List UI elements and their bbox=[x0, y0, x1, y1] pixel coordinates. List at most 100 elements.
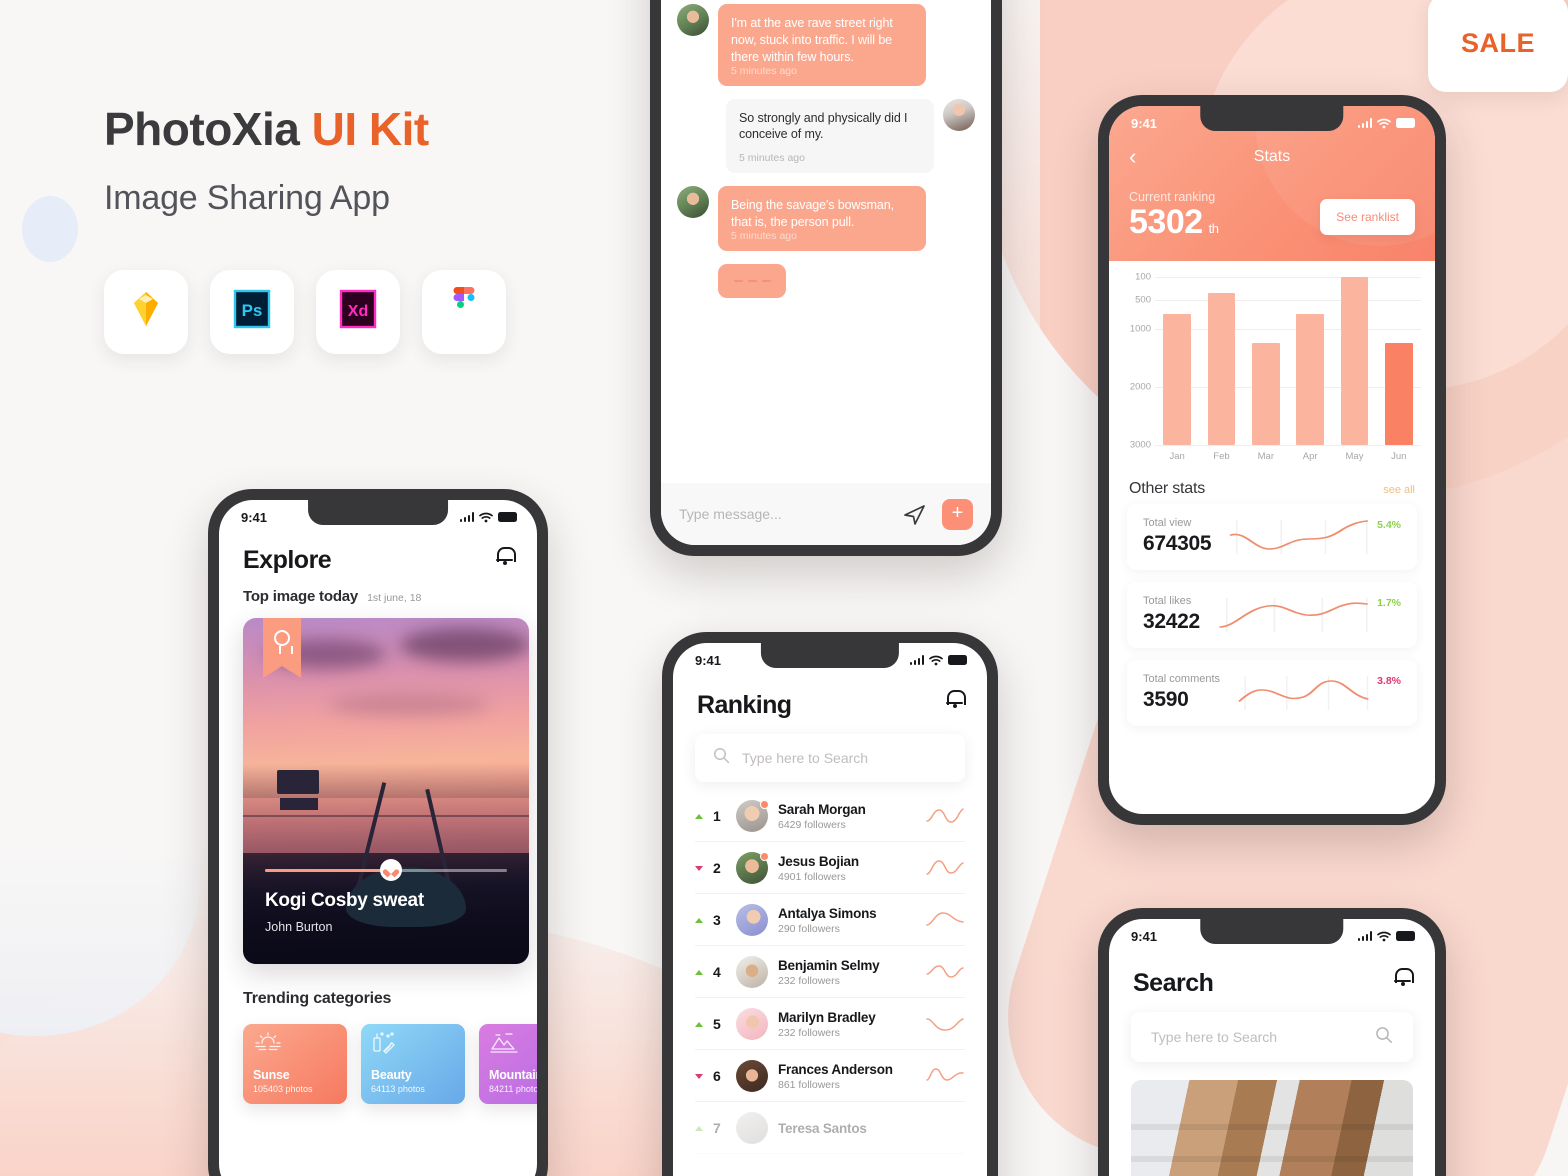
stat-card[interactable]: Total comments 3590 3.8% bbox=[1127, 659, 1417, 726]
photoshop-icon: Ps bbox=[233, 289, 271, 334]
chart-x-tick: Jun bbox=[1391, 450, 1407, 462]
ranking-row[interactable]: 4 Benjamin Selmy 232 followers bbox=[695, 946, 965, 998]
chart-x-tick: Mar bbox=[1257, 450, 1274, 462]
stats-screen: 9:41 ‹ Stats Current ranking 5302 th See … bbox=[1109, 106, 1435, 814]
chat-input-bar[interactable]: Type message... + bbox=[661, 483, 991, 545]
category-card-mountain[interactable]: Mountain 84211 photos bbox=[479, 1024, 537, 1104]
user-name: Marilyn Bradley bbox=[778, 1009, 876, 1025]
stats-nav: ‹ Stats bbox=[1109, 140, 1435, 168]
chart-y-tick: 500 bbox=[1135, 294, 1151, 306]
ranking-suffix: th bbox=[1208, 221, 1219, 236]
search-input[interactable]: Type here to Search bbox=[1131, 1012, 1413, 1062]
ranking-row[interactable]: 6 Frances Anderson 861 followers bbox=[695, 1050, 965, 1102]
see-ranklist-button[interactable]: See ranklist bbox=[1320, 198, 1415, 235]
ranking-screen: 9:41 Ranking Type here to Search 1 Sarah… bbox=[673, 643, 987, 1176]
photoshop-badge[interactable]: Ps bbox=[210, 269, 294, 354]
stat-card-list: Total view 674305 5.4% Total likes 32422… bbox=[1109, 503, 1435, 726]
ranking-row-partial[interactable]: 7 Teresa Santos bbox=[695, 1102, 965, 1154]
figma-badge[interactable] bbox=[422, 269, 506, 354]
ranking-row[interactable]: 2 Jesus Bojian 4901 followers bbox=[695, 842, 965, 894]
sketch-badge[interactable] bbox=[104, 269, 188, 354]
image-title: Kogi Cosby sweat bbox=[265, 890, 424, 911]
user-name: Antalya Simons bbox=[778, 905, 877, 921]
stat-card[interactable]: Total likes 32422 1.7% bbox=[1127, 581, 1417, 648]
trend-up-icon bbox=[695, 813, 703, 819]
chat-message-list[interactable]: So strongly and metaphy. 5 minutes ago I… bbox=[661, 0, 991, 411]
bell-icon[interactable] bbox=[1394, 967, 1414, 986]
see-all-link[interactable]: see all bbox=[1383, 484, 1415, 496]
user-followers: 861 followers bbox=[778, 1078, 840, 1091]
status-time: 9:41 bbox=[695, 652, 722, 668]
ranking-row[interactable]: 1 Sarah Morgan 6429 followers bbox=[695, 790, 965, 842]
attach-button[interactable]: + bbox=[942, 498, 973, 530]
top-image-card[interactable]: Kogi Cosby sweat John Burton bbox=[243, 618, 529, 964]
category-name: Sunse bbox=[253, 1067, 290, 1082]
category-count: 84211 photos bbox=[489, 1083, 537, 1094]
category-card-sunset[interactable]: Sunse 105403 photos bbox=[243, 1024, 347, 1104]
search-result-photo[interactable] bbox=[1131, 1080, 1413, 1176]
avatar bbox=[677, 186, 709, 219]
user-followers: 4901 followers bbox=[778, 870, 846, 883]
sale-label: SALE bbox=[1460, 27, 1535, 58]
chart-x-tick: Jan bbox=[1169, 450, 1185, 462]
avatar bbox=[677, 3, 709, 36]
ranking-row[interactable]: 5 Marilyn Bradley 232 followers bbox=[695, 998, 965, 1050]
page-title: PhotoXia UI Kit bbox=[104, 104, 506, 155]
category-card-beauty[interactable]: Beauty 64113 photos bbox=[361, 1024, 465, 1104]
chat-message: So strongly and physically did I conceiv… bbox=[677, 98, 975, 174]
sparkline-chart bbox=[925, 1065, 965, 1087]
stat-value: 674305 bbox=[1143, 532, 1212, 556]
notch bbox=[308, 500, 448, 525]
chart-x-tick: Feb bbox=[1213, 450, 1230, 462]
trending-category-list: Sunse 105403 photos Beauty 64113 photos bbox=[243, 1024, 537, 1104]
svg-text:Xd: Xd bbox=[348, 303, 368, 320]
status-icons bbox=[1357, 931, 1415, 942]
adobe-xd-icon: Xd bbox=[339, 289, 377, 334]
stat-change: 5.4% bbox=[1377, 518, 1401, 531]
svg-text:Ps: Ps bbox=[242, 301, 263, 320]
chart-bar-series bbox=[1155, 276, 1421, 445]
adobe-xd-badge[interactable]: Xd bbox=[316, 269, 400, 354]
rank-position: 4 bbox=[713, 964, 721, 980]
chart-y-tick: 3000 bbox=[1129, 439, 1151, 451]
avatar bbox=[736, 852, 769, 884]
ranking-label: Current ranking bbox=[1129, 190, 1216, 204]
category-name: Beauty bbox=[371, 1067, 412, 1082]
send-icon[interactable] bbox=[903, 503, 926, 526]
mountain-icon bbox=[489, 1031, 519, 1058]
rank-position: 1 bbox=[713, 808, 721, 824]
online-dot bbox=[760, 852, 769, 861]
ranking-title: Ranking bbox=[697, 691, 792, 719]
image-author: John Burton bbox=[265, 920, 333, 934]
other-stats-title: Other stats bbox=[1129, 479, 1206, 497]
heart-icon bbox=[386, 866, 396, 875]
message-input[interactable]: Type message... bbox=[679, 506, 903, 522]
stat-change: 3.8% bbox=[1377, 674, 1401, 687]
chart-bar bbox=[1340, 276, 1369, 445]
battery-icon bbox=[1396, 931, 1415, 941]
stat-card[interactable]: Total view 674305 5.4% bbox=[1127, 503, 1417, 570]
ranking-values: Current ranking 5302 th bbox=[1129, 190, 1219, 241]
stat-value: 3590 bbox=[1143, 688, 1189, 712]
search-input[interactable]: Type here to Search bbox=[695, 734, 965, 782]
slider-knob[interactable] bbox=[379, 859, 402, 881]
search-placeholder: Type here to Search bbox=[742, 750, 869, 766]
message-bubble: Being the savage's bowsman, that is, the… bbox=[718, 186, 926, 251]
ranking-header: Ranking bbox=[673, 677, 987, 720]
like-slider[interactable] bbox=[265, 859, 507, 881]
rank-position: 5 bbox=[713, 1016, 721, 1032]
current-ranking-block: Current ranking 5302 th See ranklist bbox=[1109, 168, 1435, 241]
bell-icon[interactable] bbox=[946, 689, 966, 708]
user-name: Sarah Morgan bbox=[778, 801, 866, 817]
sale-badge[interactable]: SALE bbox=[1428, 0, 1568, 92]
ranking-row[interactable]: 3 Antalya Simons 290 followers bbox=[695, 894, 965, 946]
stats-title: Stats bbox=[1253, 148, 1291, 165]
search-icon[interactable] bbox=[1375, 1026, 1393, 1049]
category-name: Mountain bbox=[489, 1067, 537, 1082]
phone-ranking: 9:41 Ranking Type here to Search 1 Sarah… bbox=[662, 632, 998, 1176]
other-stats-header: Other stats see all bbox=[1109, 466, 1435, 504]
stat-label: Total likes bbox=[1143, 595, 1192, 608]
ranking-list: 1 Sarah Morgan 6429 followers 2 Jesus Bo… bbox=[695, 790, 965, 1154]
horizon-line bbox=[243, 815, 529, 818]
bell-icon[interactable] bbox=[496, 546, 516, 565]
